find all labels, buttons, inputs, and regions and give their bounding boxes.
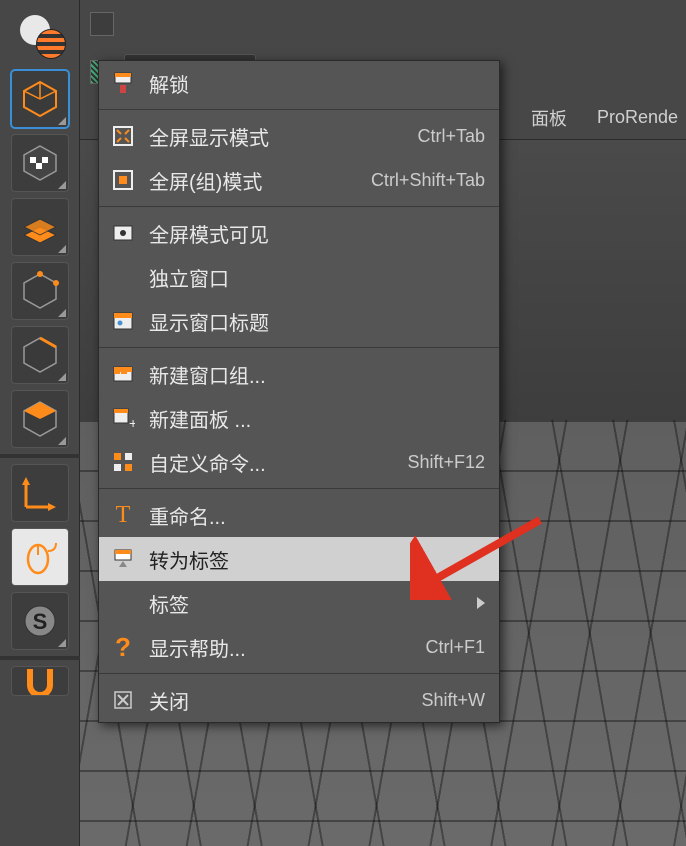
- cube-tool[interactable]: [11, 70, 69, 128]
- menu-shortcut: Ctrl+F1: [425, 637, 485, 658]
- customize-icon: [109, 448, 137, 476]
- mouse-icon: [20, 537, 60, 577]
- menu-shortcut: Shift+F12: [407, 452, 485, 473]
- toolbar-separator: [0, 656, 80, 660]
- mouse-tool[interactable]: [11, 528, 69, 586]
- menu-label: 独立窗口: [149, 263, 485, 292]
- menu-unlock[interactable]: 解锁: [99, 61, 499, 105]
- menu-label: 全屏模式可见: [149, 219, 485, 248]
- blank-icon: [109, 263, 137, 291]
- menu-detach-window[interactable]: 独立窗口: [99, 255, 499, 299]
- toolbar-separator: [0, 454, 80, 458]
- menu-separator: [99, 347, 499, 348]
- globe-icon: [16, 11, 64, 59]
- menu-fullscreen-visible[interactable]: 全屏模式可见: [99, 211, 499, 255]
- left-toolbar: S: [0, 0, 80, 846]
- cube-point-icon: [20, 271, 60, 311]
- visible-icon: [109, 219, 137, 247]
- cube-edge-icon: [20, 335, 60, 375]
- window-title-icon: [109, 307, 137, 335]
- menu-tabs-submenu[interactable]: 标签: [99, 581, 499, 625]
- menu-label: 解锁: [149, 69, 485, 98]
- expand-group-icon: [109, 166, 137, 194]
- globe-tool[interactable]: [11, 6, 69, 64]
- menu-label: 全屏显示模式: [149, 122, 405, 151]
- expand-corner-icon: [58, 639, 66, 647]
- help-icon: ?: [109, 633, 137, 661]
- expand-corner-icon: [58, 373, 66, 381]
- menu-shortcut: Shift+W: [421, 690, 485, 711]
- magnet-icon: [20, 666, 60, 696]
- menu-label: 重命名...: [149, 501, 485, 530]
- menu-separator: [99, 109, 499, 110]
- svg-text:S: S: [32, 609, 47, 634]
- menu-customize[interactable]: 自定义命令... Shift+F12: [99, 440, 499, 484]
- expand-corner-icon: [58, 309, 66, 317]
- menu-label: 转为标签: [149, 545, 485, 574]
- new-group-icon: [109, 360, 137, 388]
- menu-label: 自定义命令...: [149, 448, 395, 477]
- expand-icon: [109, 122, 137, 150]
- menu-label: 新建面板 ...: [149, 404, 485, 433]
- close-icon: [109, 686, 137, 714]
- to-tab-icon: [109, 545, 137, 573]
- cube-face-tool[interactable]: [11, 390, 69, 448]
- expand-corner-icon: [58, 437, 66, 445]
- menu-close[interactable]: 关闭 Shift+W: [99, 678, 499, 722]
- cube-checker-icon: [20, 143, 60, 183]
- menu-label: 关闭: [149, 686, 409, 715]
- menu-rename[interactable]: T 重命名...: [99, 493, 499, 537]
- menu-shortcut: Ctrl+Shift+Tab: [371, 170, 485, 191]
- menu-separator: [99, 206, 499, 207]
- menu-new-window-group[interactable]: 新建窗口组...: [99, 352, 499, 396]
- cube-point-tool[interactable]: [11, 262, 69, 320]
- context-menu: 解锁 全屏显示模式 Ctrl+Tab 全屏(组)模式 Ctrl+Shift+Ta…: [98, 60, 500, 723]
- magnet-tool[interactable]: [11, 666, 69, 696]
- menu-convert-to-tab[interactable]: 转为标签: [99, 537, 499, 581]
- axis-tool[interactable]: [11, 464, 69, 522]
- menu-show-title[interactable]: 显示窗口标题: [99, 299, 499, 343]
- menu-panel[interactable]: 面板: [531, 105, 567, 131]
- menu-separator: [99, 673, 499, 674]
- lock-icon: [109, 69, 137, 97]
- expand-corner-icon: [58, 117, 66, 125]
- expand-corner-icon: [58, 245, 66, 253]
- menu-fullscreen[interactable]: 全屏显示模式 Ctrl+Tab: [99, 114, 499, 158]
- snap-tool[interactable]: S: [11, 592, 69, 650]
- snap-s-icon: S: [20, 601, 60, 641]
- cube-edge-tool[interactable]: [11, 326, 69, 384]
- menu-label: 显示窗口标题: [149, 307, 485, 336]
- menu-show-help[interactable]: ? 显示帮助... Ctrl+F1: [99, 625, 499, 669]
- menu-separator: [99, 488, 499, 489]
- menu-label: 显示帮助...: [149, 633, 413, 662]
- cube-icon: [20, 79, 60, 119]
- cube-texture-tool[interactable]: [11, 134, 69, 192]
- menu-shortcut: Ctrl+Tab: [417, 126, 485, 147]
- new-panel-icon: +: [109, 404, 137, 432]
- cube-face-icon: [20, 399, 60, 439]
- blank-icon: [109, 589, 137, 617]
- floor-tool[interactable]: [11, 198, 69, 256]
- rename-icon: T: [109, 501, 137, 529]
- menu-label: 全屏(组)模式: [149, 166, 359, 195]
- menu-new-panel[interactable]: + 新建面板 ...: [99, 396, 499, 440]
- menu-prorender[interactable]: ProRende: [597, 107, 678, 128]
- svg-text:+: +: [129, 415, 135, 430]
- axis-icon: [20, 473, 60, 513]
- menu-label: 标签: [149, 589, 465, 618]
- submenu-arrow-icon: [477, 597, 485, 609]
- menu-fullscreen-group[interactable]: 全屏(组)模式 Ctrl+Shift+Tab: [99, 158, 499, 202]
- menu-label: 新建窗口组...: [149, 360, 485, 389]
- panel-toggle-icon[interactable]: [90, 12, 114, 36]
- expand-corner-icon: [58, 181, 66, 189]
- floor-icon: [20, 207, 60, 247]
